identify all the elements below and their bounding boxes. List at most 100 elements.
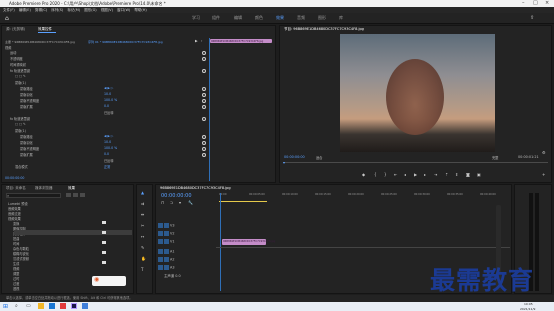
track-header-master[interactable]: 主声道 0.0 [164,273,212,280]
linked-selection-icon[interactable]: ⊃ [170,200,173,205]
effect-controls-timecode[interactable]: 00:00:00:00 [5,176,24,180]
menu-edit[interactable]: 编辑(E) [19,8,31,12]
edge-icon[interactable] [49,303,55,309]
menu-marker[interactable]: 标记(M) [67,8,80,12]
workspace-tab-color[interactable]: 颜色 [255,15,263,21]
program-scrub-bar[interactable] [283,162,548,163]
chevron-right-icon[interactable]: › [201,39,202,43]
step-forward-icon[interactable]: ▸ [424,172,426,177]
file-explorer-icon[interactable] [38,303,44,309]
home-icon[interactable]: ⌂ [5,15,9,22]
timeline-settings-icon[interactable]: 🔧 [188,200,193,205]
playhead-line[interactable] [209,38,210,181]
workspace-tab-editing[interactable]: 编辑 [234,15,242,21]
clock-time[interactable]: 10:05 [524,302,533,306]
reset-icon[interactable] [202,99,206,103]
mark-out-icon[interactable]: } [384,172,387,177]
menu-sequence[interactable]: 序列(S) [51,8,63,12]
accelerated-filter-icon[interactable] [66,193,71,197]
add-button-icon[interactable]: + [542,172,545,177]
program-timecode-left[interactable]: 00:00:00:00 [284,155,305,159]
work-area-bar[interactable] [219,201,267,202]
effect-row-value[interactable]: 0.0 [104,152,109,156]
play-icon[interactable]: ▶ [414,172,417,177]
app-icon[interactable] [82,303,88,309]
effect-row[interactable]: fx 轨道遮罩键 [10,68,30,73]
menu-clip[interactable]: 剪辑(C) [35,8,47,12]
yuv-filter-icon[interactable] [80,193,85,197]
reset-icon[interactable] [202,69,206,73]
effect-row-value[interactable]: ◀ ▶ ▷ [104,134,113,138]
camera-icon[interactable]: ◙ [466,172,470,177]
track-header-v2[interactable]: V2 [158,231,206,238]
effect-row-value[interactable]: 100.0 % [104,146,117,150]
workspace-tab-learn[interactable]: 学习 [192,15,200,21]
workspace-tab-assembly[interactable]: 组件 [212,15,220,21]
effect-row[interactable]: 时间重映射 [10,62,26,67]
track-header-a2[interactable]: A2 [158,257,206,264]
lift-icon[interactable]: ⇡ [445,172,448,177]
timeline-timecode[interactable]: 00:00:00:00 [161,193,192,199]
program-monitor-title[interactable]: 节目: 96B869E1DB4680DC37FC7C93C4F8.jpg [284,27,364,32]
maximize-icon[interactable]: □ [533,0,538,7]
start-menu-icon[interactable]: ⊞ [3,303,8,310]
workspace-tab-libraries[interactable]: 库 [339,15,343,21]
close-icon[interactable]: × [545,0,549,7]
menu-help[interactable]: 帮助(H) [134,8,146,12]
minimize-icon[interactable]: – [522,0,525,7]
search-input[interactable] [6,193,61,198]
tab-project[interactable]: 项目: 未命名 [6,186,26,191]
reset-icon[interactable] [202,51,206,55]
reset-icon[interactable] [202,153,206,157]
effect-row-value[interactable]: 0.0 [104,104,109,108]
effect-row[interactable]: □ □ ✎ [15,74,26,78]
app-icon[interactable] [60,303,66,309]
play-icon[interactable]: ▶ [195,39,198,43]
fit-dropdown[interactable]: 适合 [316,155,322,160]
effect-row[interactable]: 蒙版(1) [15,128,26,133]
reset-icon[interactable] [202,117,206,121]
master-volume-value[interactable]: 0.0 [175,274,180,278]
effect-row-value[interactable]: 已反转 [104,110,114,115]
reset-icon[interactable] [202,141,206,145]
32bit-filter-icon[interactable] [73,193,78,197]
workspace-tab-graphics[interactable]: 图形 [318,15,326,21]
track-header-v3[interactable]: V3 [158,223,206,230]
timeline-tab[interactable]: 96B869E1DB4680DC37FC7C93C4F8.jpg [160,186,231,190]
reset-icon[interactable] [202,135,206,139]
mask-oval[interactable] [386,59,444,135]
settings-icon[interactable]: ⚙ [542,150,546,155]
effect-row-value[interactable]: ◀ ▶ ▷ [104,86,113,90]
track-header-v1[interactable]: V1 [158,239,206,246]
reset-icon[interactable] [202,105,206,109]
menu-window[interactable]: 窗口(W) [117,8,130,12]
add-marker-icon[interactable]: ▾ [179,200,181,205]
menu-graphics[interactable]: 图形(G) [84,8,96,12]
quality-dropdown[interactable]: 完整 [492,155,498,160]
search-icon[interactable]: ⌕ [15,303,18,309]
type-tool-icon[interactable]: T [141,267,143,272]
tab-media-browser[interactable]: 媒体浏览器 [35,186,53,191]
export-icon[interactable]: ⇪ [530,15,534,21]
workspace-tab-effects[interactable]: 效果 [276,15,284,21]
go-to-in-icon[interactable]: ⇤ [394,172,397,177]
effect-row[interactable]: 运动 [10,50,16,55]
ripple-edit-tool-icon[interactable]: ⇹ [141,212,144,217]
task-view-icon[interactable]: ▭ [26,303,31,309]
effect-row-value[interactable]: 10.0 [104,140,111,144]
effect-row-value[interactable]: 已反转 [104,158,114,163]
workspace-tab-audio[interactable]: 音频 [297,15,305,21]
tab-source[interactable]: 源: (无剪辑) [6,27,25,32]
slip-tool-icon[interactable]: ↔ [141,234,144,239]
premiere-pro-icon[interactable] [71,303,77,309]
track-select-tool-icon[interactable]: ⇉ [141,201,144,206]
clock-date[interactable]: 2021/11/9 [520,307,535,311]
snap-icon[interactable]: ⊓ [161,200,164,205]
effect-row[interactable]: □ □ ✎ [15,122,26,126]
track-header-a1[interactable]: A1 [158,249,206,256]
tree-item[interactable]: 透视 [13,286,19,291]
effect-row-value[interactable]: 正常 [104,164,110,169]
add-marker-icon[interactable]: ◆ [362,172,365,177]
reset-icon[interactable] [202,57,206,61]
hand-tool-icon[interactable]: ✋ [141,256,146,261]
